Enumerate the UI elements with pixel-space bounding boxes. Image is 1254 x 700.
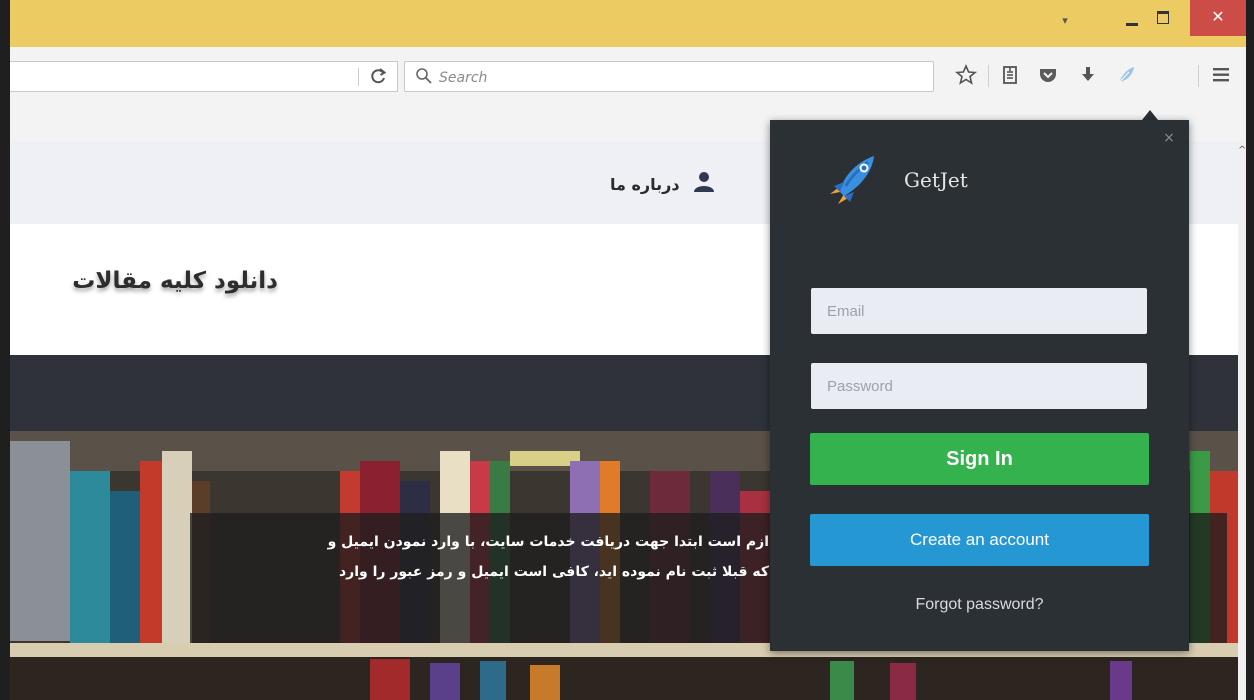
toolbar-divider: [1198, 65, 1199, 87]
popup-close-button[interactable]: ×: [1163, 130, 1175, 146]
window-titlebar: ▾ ✕: [0, 0, 1254, 47]
star-icon[interactable]: [954, 63, 980, 89]
search-input[interactable]: [437, 66, 921, 90]
address-bar[interactable]: [10, 61, 398, 92]
password-field[interactable]: [811, 363, 1147, 409]
popup-brand-name: GetJet: [904, 168, 968, 192]
hero-line-1: ازم است ابتدا جهت دریافت خدمات سایت، با …: [327, 534, 769, 550]
address-divider: [358, 68, 359, 86]
search-icon: [415, 67, 435, 87]
maximize-button[interactable]: [1154, 8, 1172, 26]
window-close-button[interactable]: ✕: [1190, 0, 1246, 36]
reading-list-icon[interactable]: [998, 63, 1024, 89]
getjet-feather-icon[interactable]: [1114, 63, 1140, 89]
popup-pointer: [1142, 110, 1158, 120]
window-frame-left: [0, 0, 10, 700]
window-frame-right: [1246, 0, 1254, 700]
minimize-button[interactable]: [1124, 12, 1142, 30]
hero-text: ازم است ابتدا جهت دریافت خدمات سایت، با …: [209, 527, 769, 587]
search-box[interactable]: [404, 61, 934, 92]
user-icon: [692, 171, 716, 197]
toolbar-divider: [988, 65, 989, 87]
getjet-popup: × GetJet Sign In Create an account Forgo…: [770, 120, 1189, 651]
download-icon[interactable]: [1076, 63, 1102, 89]
page-scrollbar[interactable]: ^: [1238, 141, 1246, 700]
pocket-icon[interactable]: [1036, 63, 1062, 89]
forgot-password-link[interactable]: Forgot password?: [770, 596, 1189, 614]
tab-list-dropdown-icon[interactable]: ▾: [1058, 14, 1072, 28]
rocket-logo-icon: [824, 148, 884, 208]
create-account-button[interactable]: Create an account: [810, 514, 1149, 566]
hero-line-2: که قبلا ثبت نام نموده اید، کافی است ایمی…: [338, 564, 769, 580]
nav-about-label: درباره ما: [610, 174, 680, 194]
reload-icon[interactable]: [366, 66, 390, 88]
nav-item-about[interactable]: درباره ما: [610, 171, 716, 197]
restore-icon: [1157, 11, 1169, 24]
minimize-icon: [1126, 23, 1138, 26]
email-field[interactable]: [811, 288, 1147, 334]
scroll-up-arrow-icon[interactable]: ^: [1238, 145, 1246, 157]
sign-in-button[interactable]: Sign In: [810, 433, 1149, 485]
hamburger-menu-icon[interactable]: [1210, 63, 1236, 89]
site-title: دانلود کلیه مقالات: [72, 268, 278, 294]
